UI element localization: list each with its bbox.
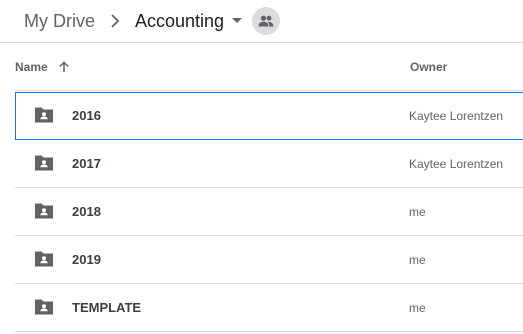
shared-folder-icon [34, 298, 54, 318]
shared-folder-icon [34, 250, 54, 270]
chevron-right-icon [95, 9, 135, 33]
owner-column-label: Owner [410, 59, 448, 74]
list-item[interactable]: 2017 Kaytee Lorentzen [15, 140, 523, 188]
file-owner: me [409, 300, 426, 315]
file-name: 2017 [72, 156, 101, 171]
file-list: 2016 Kaytee Lorentzen 2017 Kaytee Lorentzen… [15, 92, 523, 332]
owner-column-header[interactable]: Owner [410, 43, 447, 90]
arrow-up-icon[interactable] [58, 60, 70, 73]
list-header: Name Owner [15, 43, 523, 91]
shared-folder-icon [34, 154, 54, 174]
list-item[interactable]: TEMPLATE me [15, 284, 523, 332]
name-column-label: Name [15, 59, 48, 74]
file-owner: me [409, 204, 426, 219]
shared-folder-icon [34, 202, 54, 222]
breadcrumb-current-folder[interactable]: Accounting [135, 9, 224, 33]
file-owner: me [409, 252, 426, 267]
file-name: 2016 [72, 108, 101, 123]
file-name: TEMPLATE [72, 300, 142, 315]
breadcrumb-my-drive[interactable]: My Drive [24, 9, 95, 33]
name-column-header[interactable]: Name [15, 43, 70, 90]
list-item[interactable]: 2018 me [15, 188, 523, 236]
shared-folder-icon [34, 106, 54, 126]
people-icon[interactable] [252, 7, 281, 35]
file-owner: Kaytee Lorentzen [409, 108, 504, 123]
list-item[interactable]: 2016 Kaytee Lorentzen [15, 92, 523, 140]
file-name: 2019 [72, 252, 101, 267]
breadcrumb: My Drive Accounting [0, 0, 523, 43]
caret-down-icon[interactable] [226, 9, 248, 33]
list-item[interactable]: 2019 me [15, 236, 523, 284]
file-name: 2018 [72, 204, 101, 219]
file-owner: Kaytee Lorentzen [409, 156, 504, 171]
